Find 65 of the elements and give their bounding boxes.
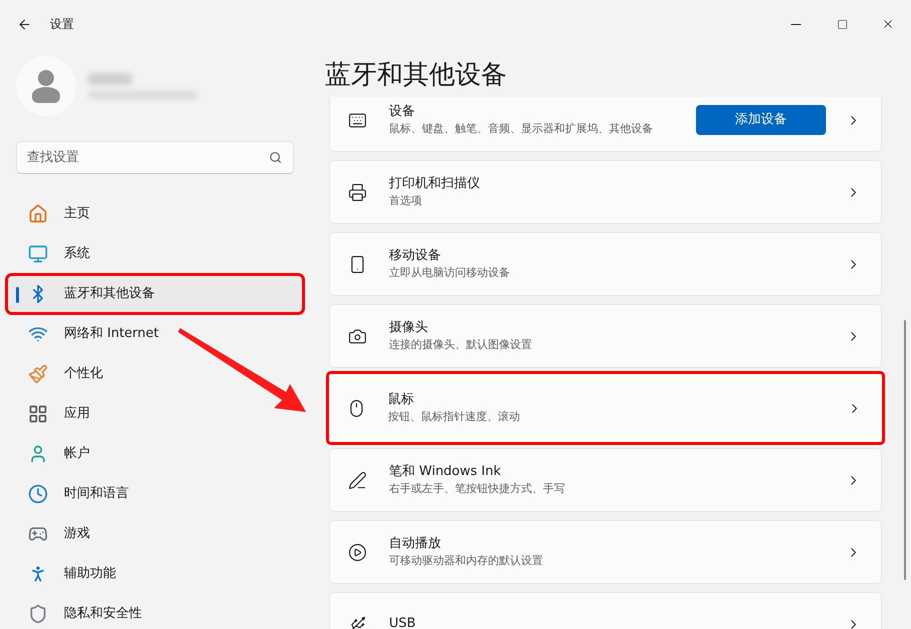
maximize-icon (836, 18, 848, 30)
card-title: 摄像头 (389, 319, 429, 337)
keyboard-icon (348, 110, 367, 130)
person-silhouette-icon (32, 69, 60, 103)
settings-card[interactable]: 鼠标 按钮、鼠标指针速度、滚动 (326, 371, 885, 445)
settings-card[interactable]: 设备 鼠标、键盘、触笔、音频、显示器和扩展坞、其他设备 添加设备 (329, 97, 882, 152)
paintbrush-icon (28, 364, 48, 384)
nav-label: 系统 (64, 245, 90, 264)
nav-label: 帐户 (64, 445, 90, 464)
printer-icon (348, 182, 367, 202)
nav-item[interactable]: 游戏 (8, 516, 302, 552)
add-device-button[interactable]: 添加设备 (696, 105, 826, 135)
nav-label: 主页 (64, 205, 90, 224)
card-subtitle: 右手或左手、笔按钮快捷方式、手写 (389, 481, 566, 497)
nav-item[interactable]: 蓝牙和其他设备 (8, 276, 302, 312)
card-subtitle: 可移动驱动器和内存的默认设置 (389, 553, 544, 569)
play-icon (348, 542, 367, 562)
clock-icon (28, 484, 48, 504)
nav-label: 时间和语言 (64, 485, 129, 504)
card-title: 鼠标 (388, 391, 415, 409)
blurred-name (88, 73, 132, 85)
search-field[interactable]: 查找设置 (16, 141, 294, 174)
nav-item[interactable]: 时间和语言 (8, 476, 302, 512)
home-icon (28, 204, 48, 224)
page-title: 蓝牙和其他设备 (325, 59, 508, 92)
nav-item[interactable]: 辅助功能 (8, 556, 302, 592)
card-subtitle: 立即从电脑访问移动设备 (389, 265, 511, 281)
nav-item[interactable]: 主页 (8, 196, 302, 232)
shield-icon (28, 604, 48, 624)
settings-card[interactable]: 移动设备 立即从电脑访问移动设备 (329, 232, 882, 296)
card-subtitle: 按钮、鼠标指针速度、滚动 (388, 409, 521, 425)
settings-card[interactable]: 笔和 Windows Ink 右手或左手、笔按钮快捷方式、手写 (329, 448, 882, 512)
settings-card[interactable]: USB (329, 592, 882, 629)
nav-label: 隐私和安全性 (64, 605, 142, 624)
card-title: 设备 (389, 103, 416, 121)
card-subtitle: 连接的摄像头、默认图像设置 (389, 337, 533, 353)
card-title: 打印机和扫描仪 (389, 175, 481, 193)
window-title: 设置 (50, 16, 74, 33)
card-subtitle: 鼠标、键盘、触笔、音频、显示器和扩展坞、其他设备 (389, 121, 654, 137)
nav-item[interactable]: 应用 (8, 396, 302, 432)
nav-label: 应用 (64, 405, 90, 424)
nav-item[interactable]: 个性化 (8, 356, 302, 392)
card-title: USB (389, 615, 417, 629)
nav-label: 辅助功能 (64, 565, 116, 584)
nav-label: 游戏 (64, 525, 90, 544)
settings-card[interactable]: 打印机和扫描仪 首选项 (329, 160, 882, 224)
monitor-icon (28, 244, 48, 264)
pen-icon (348, 470, 367, 490)
nav-item[interactable]: 网络和 Internet (8, 316, 302, 352)
nav-item[interactable]: 帐户 (8, 436, 302, 472)
apps-grid-icon (28, 404, 48, 424)
settings-card[interactable]: 自动播放 可移动驱动器和内存的默认设置 (329, 520, 882, 584)
card-title: 笔和 Windows Ink (389, 463, 502, 481)
search-icon (269, 151, 282, 164)
card-subtitle: 首选项 (389, 193, 423, 209)
nav-label: 蓝牙和其他设备 (64, 285, 155, 304)
card-title: 移动设备 (389, 247, 442, 265)
nav-item[interactable]: 隐私和安全性 (8, 596, 302, 629)
nav-label: 个性化 (64, 365, 103, 384)
camera-icon (348, 326, 367, 346)
selection-indicator (16, 287, 19, 303)
settings-card[interactable]: 摄像头 连接的摄像头、默认图像设置 (329, 304, 882, 368)
card-title: 自动播放 (389, 535, 442, 553)
nav-item[interactable]: 系统 (8, 236, 302, 272)
nav-label: 网络和 Internet (64, 325, 159, 344)
